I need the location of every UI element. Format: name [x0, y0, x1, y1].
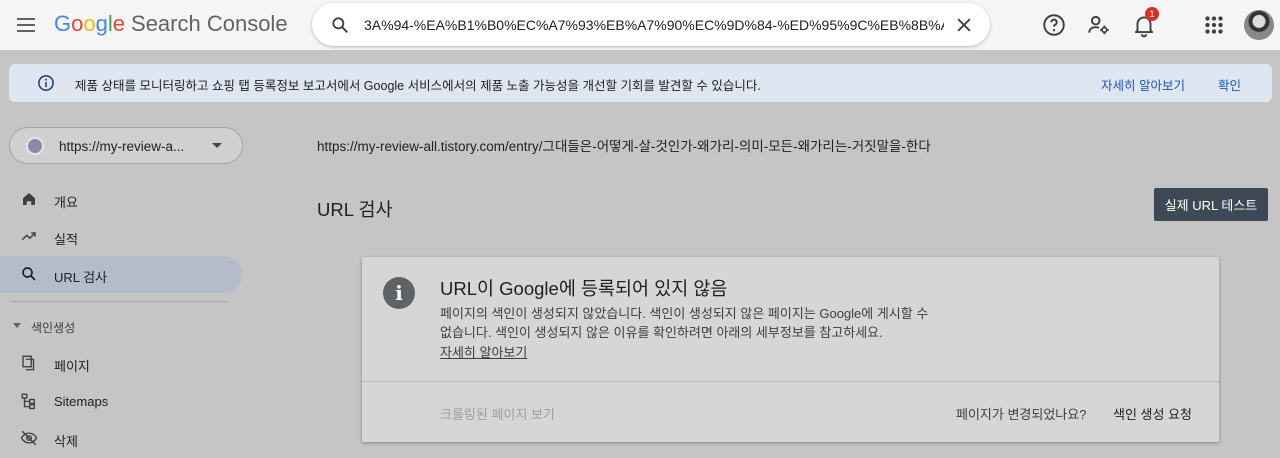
sitemap-icon	[21, 393, 35, 410]
menu-icon[interactable]	[14, 14, 38, 36]
sidebar-divider	[10, 301, 229, 302]
manage-users-icon[interactable]	[1086, 12, 1112, 38]
banner-learn-more-link[interactable]: 자세히 알아보기	[1101, 75, 1185, 94]
status-description: 페이지의 색인이 생성되지 않았습니다. 색인이 생성되지 않은 페이지는 Go…	[440, 304, 985, 342]
caret-down-icon	[13, 323, 21, 328]
search-icon	[22, 267, 36, 281]
sidebar-item-label: 삭제	[54, 434, 78, 449]
view-crawled-page-button[interactable]: 크롤링된 페이지 보기	[440, 404, 555, 423]
status-description-line: 없습니다. 색인이 생성되지 않은 이유를 확인하려면 아래의 세부정보를 참고…	[440, 325, 883, 340]
sidebar-item-removals[interactable]: 삭제	[0, 420, 242, 457]
sidebar-item-label: URL 검사	[54, 270, 108, 285]
pages-icon	[22, 355, 35, 371]
apps-grid-icon[interactable]	[1201, 12, 1227, 38]
help-icon[interactable]	[1041, 12, 1067, 38]
banner-confirm-button[interactable]: 확인	[1218, 75, 1241, 94]
brand-letter: o	[71, 11, 84, 36]
live-url-test-button[interactable]: 실제 URL 테스트	[1154, 188, 1268, 221]
sidebar-section-indexing[interactable]: 색인생성	[0, 315, 242, 337]
url-inspect-search	[312, 3, 990, 46]
search-icon	[332, 17, 348, 33]
sidebar-item-label: 실적	[54, 232, 78, 247]
sidebar-item-overview[interactable]: 개요	[0, 181, 242, 218]
home-icon	[23, 193, 35, 205]
sidebar-item-sitemaps[interactable]: Sitemaps	[0, 383, 242, 420]
brand-letter: G	[54, 11, 72, 36]
property-url: https://my-review-a...	[59, 139, 185, 154]
chevron-down-icon	[212, 143, 222, 148]
page-title: URL 검사	[317, 199, 393, 220]
app-header: GoogleSearch Console 1	[0, 0, 1280, 50]
card-divider	[362, 381, 1219, 382]
avatar[interactable]	[1244, 10, 1274, 40]
info-icon: i	[383, 277, 415, 309]
info-icon	[38, 75, 54, 91]
app-logo[interactable]: Google Search Console	[54, 11, 288, 37]
sidebar-item-performance[interactable]: 실적	[0, 218, 242, 255]
sidebar-item-label: Sitemaps	[54, 394, 109, 409]
notification-badge: 1	[1145, 7, 1159, 21]
property-globe-icon	[26, 137, 44, 155]
clear-icon[interactable]	[954, 15, 974, 35]
sidebar-item-label: 개요	[54, 195, 78, 210]
brand-letter: o	[83, 11, 96, 36]
status-description-line: 페이지의 색인이 생성되지 않았습니다. 색인이 생성되지 않은 페이지는 Go…	[440, 306, 929, 321]
request-indexing-button[interactable]: 색인 생성 요청	[1113, 404, 1192, 423]
index-status-card: i URL이 Google에 등록되어 있지 않음 페이지의 색인이 생성되지 …	[362, 257, 1219, 442]
inspected-url: https://my-review-all.tistory.com/entry/…	[317, 139, 931, 154]
visibility-off-icon	[20, 430, 38, 446]
page-changed-label: 페이지가 변경되었나요?	[956, 407, 1087, 422]
trending-up-icon	[21, 232, 36, 241]
search-input[interactable]	[364, 13, 944, 37]
status-title: URL이 Google에 등록되어 있지 않음	[440, 278, 728, 299]
brand-letter: g	[95, 11, 108, 36]
sidebar-item-url-inspection[interactable]: URL 검사	[0, 256, 242, 293]
banner-text: 제품 상태를 모니터링하고 쇼핑 탭 등록정보 보고서에서 Google 서비스…	[75, 79, 761, 93]
sidebar-item-pages[interactable]: 페이지	[0, 345, 242, 382]
sidebar-item-label: 페이지	[54, 359, 90, 374]
info-banner: 제품 상태를 모니터링하고 쇼핑 탭 등록정보 보고서에서 Google 서비스…	[9, 64, 1272, 102]
brand-letter: e	[112, 11, 126, 36]
notifications-button[interactable]: 1	[1131, 7, 1159, 38]
section-label: 색인생성	[31, 321, 76, 335]
learn-more-link[interactable]: 자세히 알아보기	[440, 342, 527, 361]
product-name: Search Console	[131, 11, 288, 36]
property-selector[interactable]: https://my-review-a...	[9, 127, 243, 164]
